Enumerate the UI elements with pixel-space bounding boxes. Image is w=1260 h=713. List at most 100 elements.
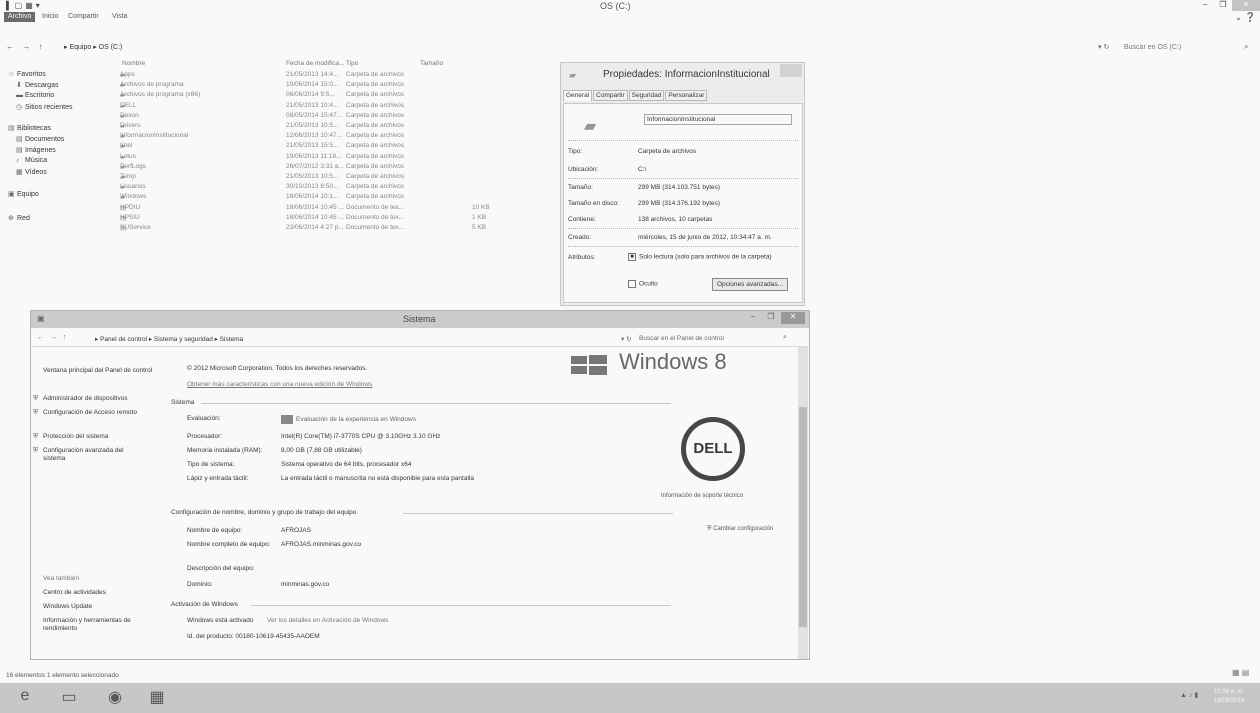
file-row[interactable]: ▰ DELL 21/05/2013 10:4... Carpeta de archiv… [120,102,500,112]
close-button[interactable]: ✕ [781,312,805,324]
maximize-button[interactable]: ❐ [1214,0,1232,11]
breadcrumb[interactable]: ▸ Equipo ▸ OS (C:) [64,43,122,51]
advanced-options-button[interactable]: Opciones avanzadas... [712,278,788,291]
change-settings-link[interactable]: ⛨ Cambiar configuración [707,525,787,533]
file-row[interactable]: ▤ HPDIU 18/06/2014 10:45 ... Documento de t… [120,204,500,214]
properties-icon[interactable]: ▢ [15,1,23,10]
tab-personalizar[interactable]: Personalizar [665,90,708,101]
nav-favoritos[interactable]: ☆ Favoritos [8,70,46,78]
file-row[interactable]: ▰ Apps 21/05/2013 14:4... Carpeta de archiv… [120,71,500,81]
file-row[interactable]: ▰ Lotus 19/06/2013 11:18... Carpeta de arch… [120,153,500,163]
size-on-disk-label: Tamaño en disco: [568,200,619,207]
nav-equipo[interactable]: ▣ Equipo [8,190,39,198]
media-player-icon[interactable]: ◉ [104,687,126,709]
file-date: 10/06/2014 15:0... [286,81,339,89]
tab-compartir[interactable]: Compartir [68,12,99,22]
tab-vista[interactable]: Vista [112,12,127,22]
tab-seguridad[interactable]: Seguridad [628,90,665,101]
close-button[interactable] [780,64,802,77]
nav-arrows[interactable]: ← → ↑ [37,334,68,341]
window-title: Sistema [403,314,436,324]
tab-compartir[interactable]: Compartir [593,90,628,101]
column-type[interactable]: Tipo [346,60,358,67]
search-icon[interactable]: ⌕ [1244,42,1248,52]
checkbox-indeterminate-icon: ■ [628,253,636,261]
search-input[interactable] [1124,42,1254,52]
tab-general[interactable]: General [563,90,593,101]
file-row[interactable]: ▰ Drivers 21/05/2013 10:5... Carpeta de arc… [120,122,500,132]
nav-sitios-recientes[interactable]: ◷ Sitios recientes [16,103,72,111]
control-panel-icon[interactable]: ▦ [146,687,168,709]
search-icon[interactable]: ⌕ [783,334,787,342]
nav-bibliotecas[interactable]: ▤ Bibliotecas [8,124,51,132]
view-mode-icons[interactable]: ▦ ▤ [1232,668,1249,677]
clock[interactable]: 10:09 a. m. 18/06/2014 [1214,688,1244,706]
vertical-scrollbar[interactable] [798,347,808,659]
activation-details-link[interactable]: Ver los detalles en Activación de Window… [267,617,388,624]
scrollbar-thumb[interactable] [799,407,807,627]
nav-escritorio[interactable]: ▬ Escritorio [16,92,54,99]
computer-name-value: AFROJAS [281,527,311,534]
new-folder-icon[interactable]: ▦ [25,1,33,10]
readonly-checkbox[interactable]: ■ Solo lectura (solo para archivos de la … [628,253,772,261]
refresh-icon[interactable]: ▾ ↻ [1098,43,1109,51]
attributes-label: Atributos: [568,254,596,261]
window-controls: – ❐ ✕ [745,312,805,324]
breadcrumb[interactable]: ▸ Panel de control ▸ Sistema y seguridad… [95,335,243,343]
address-bar: ← → ↑ ▸ Panel de control ▸ Sistema y seg… [31,331,809,347]
nav-musica[interactable]: ♪ Música [16,157,47,164]
nav-videos[interactable]: ▦ Vídeos [16,168,47,176]
action-center-link[interactable]: Centro de actividades [43,589,155,597]
minimize-button[interactable]: – [1196,0,1214,11]
nav-descargas[interactable]: ⬇ Descargas [16,81,58,89]
file-row[interactable]: ▰ Dexon 08/05/2014 15:47... Carpeta de arch… [120,112,500,122]
support-info-link[interactable]: Información de soporte técnico [661,493,743,499]
rating-link[interactable]: Evaluación de la experiencia en Windows [281,415,416,424]
control-panel-home-link[interactable]: Ventana principal del Panel de control [43,367,155,375]
internet-explorer-icon[interactable]: e [14,687,36,709]
app-icon[interactable]: ▌ [6,1,12,10]
file-row[interactable]: ▰ Usuarios 30/10/2013 8:50... Carpeta de ar… [120,183,500,193]
help-icon[interactable]: ⌄ ❓ [1235,12,1256,23]
close-button[interactable]: ✕ [1232,0,1260,11]
nav-arrows[interactable]: ← → ↑ [6,42,45,51]
customize-qat-icon[interactable]: ▾ [36,1,40,10]
file-row[interactable]: ▤ HPSIU 18/06/2014 10:45 ... Documento de t… [120,214,500,224]
column-name[interactable]: Nombre [122,60,145,67]
advanced-settings-link[interactable]: ⛨ Configuración avanzada del sistema [33,447,145,463]
file-date: 08/05/2014 15:47... [286,111,343,119]
file-explorer-icon[interactable]: ▭ [58,687,80,709]
nav-imagenes[interactable]: ▤ Imágenes [16,146,56,154]
system-tray[interactable]: ▲ ♪ ▮ [1180,691,1198,699]
tab-inicio[interactable]: Inicio [42,12,58,22]
column-date[interactable]: Fecha de modifica... [286,60,345,67]
device-manager-link[interactable]: ⛨ Administrador de dispositivos [33,395,145,403]
file-row[interactable]: ▰ Archivos de programa (x86) 06/06/2014 9:… [120,91,500,101]
refresh-icon[interactable]: ▾ ↻ [621,335,632,343]
maximize-button[interactable]: ❐ [763,312,779,324]
full-computer-name-value: AFROJAS.minminas.gov.co [281,541,362,548]
hidden-checkbox[interactable]: Oculto [628,280,658,288]
file-row[interactable]: ▰ Intel 21/05/2013 15:5... Carpeta de archi… [120,142,500,152]
nav-documentos[interactable]: ▤ Documentos [16,135,64,143]
file-row[interactable]: ▰ Temp 21/05/2013 10:5... Carpeta de archiv… [120,173,500,183]
file-type: Carpeta de archivos [346,142,405,150]
get-more-features-link[interactable]: Obtener más características con una nuev… [187,381,372,388]
tab-archivo[interactable]: Archivo [4,12,36,22]
remote-access-link[interactable]: ⛨ Configuración de Acceso remoto [33,409,145,417]
system-protection-link[interactable]: ⛨ Protección del sistema [33,433,145,441]
file-row[interactable]: ▰ PerfLogs 26/07/2012 3:31 a... Carpeta de … [120,163,500,173]
file-row[interactable]: ▰ Windows 18/06/2014 10:1... Carpeta de arc… [120,193,500,203]
nav-red[interactable]: ⊕ Red [8,214,30,222]
minimize-button[interactable]: – [745,312,761,324]
folder-name-field[interactable]: InformacionInstitucional [644,114,792,125]
windows-update-link[interactable]: Windows Update [43,603,155,611]
music-icon: ♪ [16,157,20,164]
pictures-icon: ▤ [16,147,23,154]
file-row[interactable]: ▤ SUService 23/06/2014 4:27 p... Documento … [120,224,500,234]
performance-info-link[interactable]: Información y herramientas de rendimient… [43,617,155,633]
search-input[interactable]: Buscar en el Panel de control [639,335,779,342]
file-row[interactable]: ▰ InformacionInstitucional 12/06/2013 10:4… [120,132,500,142]
file-row[interactable]: ▰ Archivos de programa 10/06/2014 15:0... C… [120,81,500,91]
column-size[interactable]: Tamaño [420,60,443,67]
